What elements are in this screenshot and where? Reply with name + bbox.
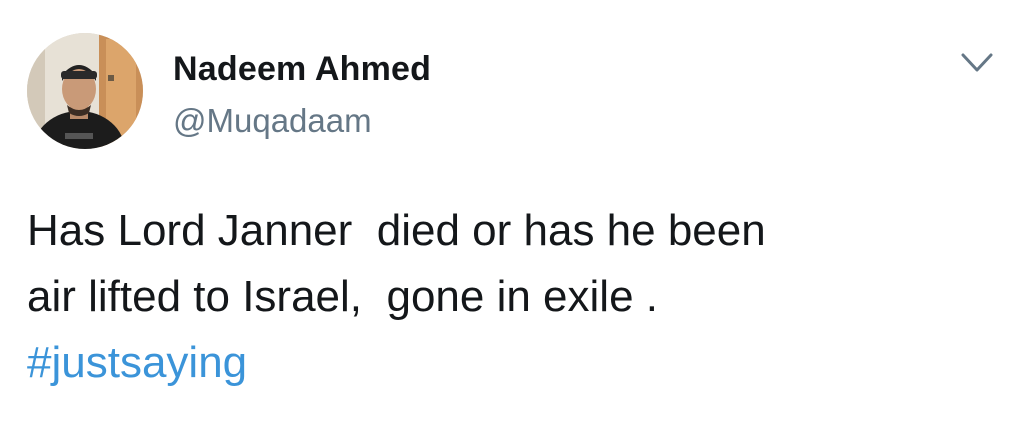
author-name[interactable]: Nadeem Ahmed <box>173 50 431 88</box>
tweet-text-line: air lifted to Israel, gone in exile . <box>27 272 658 321</box>
author-handle[interactable]: @Muqadaam <box>173 102 372 140</box>
chevron-down-icon[interactable] <box>955 45 999 81</box>
profile-photo-icon <box>27 33 143 149</box>
avatar[interactable] <box>27 33 143 149</box>
tweet-text-line: Has Lord Janner died or has he been <box>27 206 766 255</box>
tweet-card: Nadeem Ahmed @Muqadaam Has Lord Janner d… <box>0 0 1024 432</box>
hashtag-link[interactable]: #justsaying <box>27 338 247 387</box>
tweet-text: Has Lord Janner died or has he been air … <box>27 198 987 396</box>
